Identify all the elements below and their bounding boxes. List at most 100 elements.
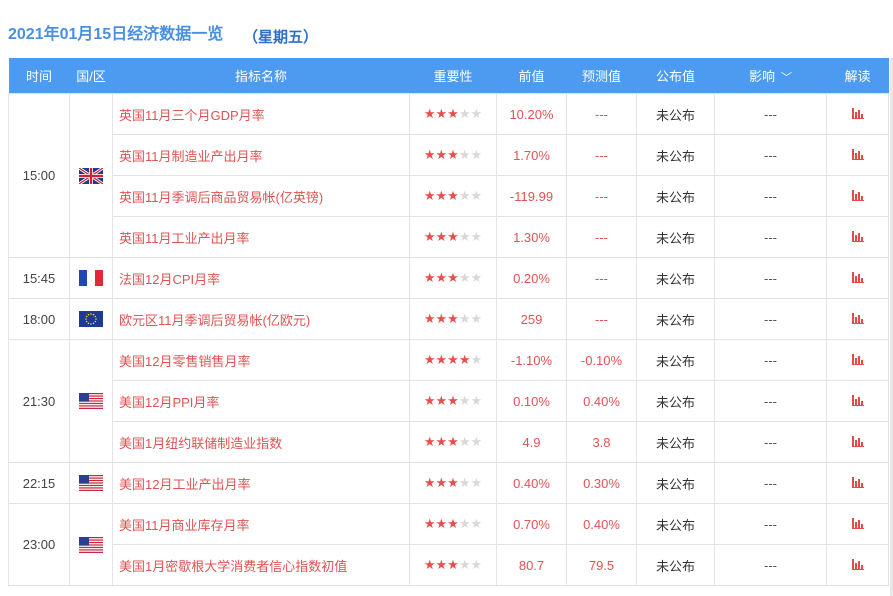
analysis-cell — [826, 257, 889, 299]
bar-chart-icon[interactable] — [851, 558, 864, 570]
bar-chart-icon[interactable] — [851, 107, 864, 119]
table-row: 美国1月密歇根大学消费者信心指数初值 ★★★★★ 80.7 79.5 未公布 --- — [9, 544, 889, 586]
bar-chart-icon[interactable] — [851, 230, 864, 242]
us-flag-icon — [79, 393, 103, 410]
indicator-name-link[interactable]: 欧元区11月季调后贸易帐(亿欧元) — [112, 298, 410, 340]
analysis-cell — [826, 298, 889, 340]
impact-value: --- — [714, 93, 827, 135]
indicator-name-link[interactable]: 美国12月工业产出月率 — [112, 462, 410, 504]
impact-value: --- — [714, 257, 827, 299]
indicator-name-link[interactable]: 英国11月工业产出月率 — [112, 216, 410, 258]
region-cell — [69, 339, 113, 463]
star-empty-icon: ★ — [470, 270, 483, 285]
forecast-value: 0.40% — [566, 503, 637, 545]
star-filled-icon: ★ — [423, 352, 436, 367]
table-row: 美国1月纽约联储制造业指数 ★★★★★ 4.9 3.8 未公布 --- — [9, 421, 889, 463]
bar-chart-icon[interactable] — [851, 476, 864, 488]
impact-value: --- — [714, 298, 827, 340]
published-value: 未公布 — [636, 134, 715, 176]
col-header-published: 公布值 — [636, 58, 715, 94]
impact-value: --- — [714, 421, 827, 463]
bar-chart-icon[interactable] — [851, 312, 864, 324]
region-cell — [69, 503, 113, 586]
bar-chart-icon[interactable] — [851, 353, 864, 365]
importance-cell: ★★★★★ — [409, 544, 497, 586]
star-filled-icon: ★ — [423, 475, 436, 490]
importance-stars: ★★★★★ — [424, 311, 482, 327]
star-filled-icon: ★ — [447, 106, 459, 121]
impact-value: --- — [714, 503, 827, 545]
published-value: 未公布 — [636, 462, 715, 504]
col-header-name: 指标名称 — [112, 58, 410, 94]
importance-stars: ★★★★★ — [424, 434, 482, 450]
indicator-name-link[interactable]: 美国12月PPI月率 — [112, 380, 410, 422]
star-filled-icon: ★ — [435, 147, 448, 162]
indicator-name-link[interactable]: 美国1月密歇根大学消费者信心指数初值 — [112, 544, 410, 586]
bar-chart-icon[interactable] — [851, 435, 864, 447]
star-filled-icon: ★ — [423, 516, 436, 531]
region-cell — [69, 93, 113, 258]
analysis-cell — [826, 421, 889, 463]
col-header-importance: 重要性 — [409, 58, 497, 94]
star-empty-icon: ★ — [470, 475, 483, 490]
impact-value: --- — [714, 134, 827, 176]
forecast-value: 0.40% — [566, 380, 637, 422]
star-empty-icon: ★ — [458, 106, 471, 121]
indicator-name-link[interactable]: 美国11月商业库存月率 — [112, 503, 410, 545]
forecast-value: --- — [566, 93, 637, 135]
previous-value: 1.70% — [496, 134, 567, 176]
bar-chart-icon[interactable] — [851, 189, 864, 201]
star-empty-icon: ★ — [458, 147, 471, 162]
indicator-name-link[interactable]: 英国11月制造业产出月率 — [112, 134, 410, 176]
star-empty-icon: ★ — [458, 188, 471, 203]
indicator-name-link[interactable]: 法国12月CPI月率 — [112, 257, 410, 299]
star-empty-icon: ★ — [458, 311, 471, 326]
star-filled-icon: ★ — [447, 147, 459, 162]
published-value: 未公布 — [636, 93, 715, 135]
table-row: 15:45 法国12月CPI月率 ★★★★★ 0.20% --- 未公布 --- — [8, 257, 889, 299]
star-filled-icon: ★ — [423, 147, 436, 162]
forecast-value: --- — [566, 257, 637, 299]
star-filled-icon: ★ — [423, 106, 436, 121]
star-filled-icon: ★ — [423, 270, 436, 285]
bar-chart-icon[interactable] — [851, 271, 864, 283]
bar-chart-icon[interactable] — [851, 394, 864, 406]
published-value: 未公布 — [636, 503, 715, 545]
star-filled-icon: ★ — [447, 434, 459, 449]
star-empty-icon: ★ — [458, 393, 471, 408]
star-empty-icon: ★ — [470, 188, 483, 203]
col-header-region: 国/区 — [69, 58, 113, 94]
importance-stars: ★★★★★ — [424, 188, 482, 204]
bar-chart-icon[interactable] — [851, 517, 864, 529]
star-filled-icon: ★ — [435, 393, 448, 408]
forecast-value: --- — [566, 175, 637, 217]
indicator-name-link[interactable]: 英国11月季调后商品贸易帐(亿英镑) — [112, 175, 410, 217]
star-empty-icon: ★ — [458, 434, 471, 449]
impact-value: --- — [714, 544, 827, 586]
star-empty-icon: ★ — [458, 229, 471, 244]
indicator-name-link[interactable]: 英国11月三个月GDP月率 — [112, 93, 410, 135]
star-empty-icon: ★ — [470, 147, 483, 162]
impact-value: --- — [714, 462, 827, 504]
table-header-row: 时间 国/区 指标名称 重要性 前值 预测值 公布值 影响 ﹀ 解读 — [8, 58, 889, 94]
published-value: 未公布 — [636, 421, 715, 463]
analysis-cell — [826, 93, 889, 135]
importance-cell: ★★★★★ — [409, 298, 497, 340]
previous-value: -1.10% — [496, 339, 567, 381]
table-row: 15:00 英国11月三个月GDP月率 ★★★★★ 10.20% --- 未公布 --- — [8, 93, 889, 258]
col-header-analysis: 解读 — [826, 58, 889, 94]
indicator-name-link[interactable]: 美国1月纽约联储制造业指数 — [112, 421, 410, 463]
forecast-value: 3.8 — [566, 421, 637, 463]
star-filled-icon: ★ — [423, 434, 436, 449]
col-header-impact[interactable]: 影响 ﹀ — [714, 58, 827, 94]
importance-cell: ★★★★★ — [409, 175, 497, 217]
forecast-value: --- — [566, 298, 637, 340]
importance-stars: ★★★★★ — [424, 270, 482, 286]
bar-chart-icon[interactable] — [851, 148, 864, 160]
analysis-cell — [826, 462, 889, 504]
eu-flag-icon — [79, 311, 103, 328]
importance-cell: ★★★★★ — [409, 421, 497, 463]
indicator-name-link[interactable]: 美国12月零售销售月率 — [112, 339, 410, 381]
star-empty-icon: ★ — [458, 516, 471, 531]
uk-flag-icon — [79, 167, 103, 184]
